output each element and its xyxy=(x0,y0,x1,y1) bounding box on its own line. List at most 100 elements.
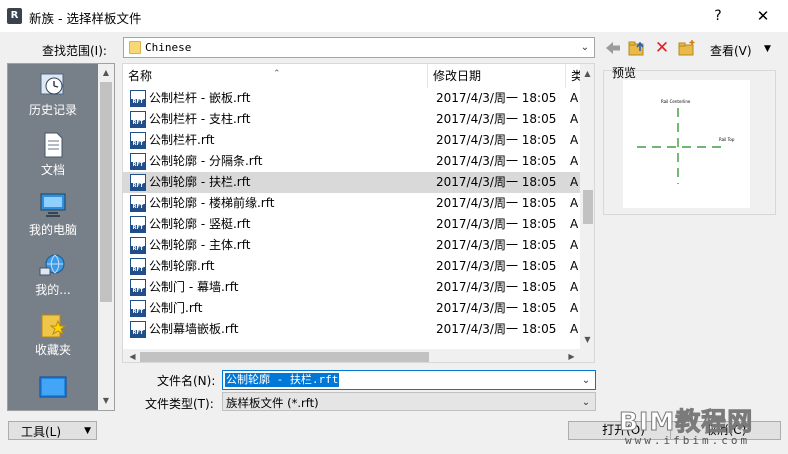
file-name-cell: 公制轮廓 - 竖梃.rft xyxy=(149,217,251,231)
file-type-select[interactable]: 族样板文件 (*.rft) ⌄ xyxy=(222,392,596,411)
file-row[interactable]: RFT 公制轮廓 - 扶栏.rft 2017/4/3/周一 18:05 A xyxy=(123,172,580,193)
place-label: 文档 xyxy=(40,163,65,177)
file-row[interactable]: RFT 公制幕墙嵌板.rft 2017/4/3/周一 18:05 A xyxy=(123,319,580,340)
file-list-vscrollbar[interactable]: ▲ ▼ xyxy=(580,64,594,349)
file-type-cell: A xyxy=(570,175,579,189)
scroll-left-icon[interactable]: ◀ xyxy=(125,349,140,362)
file-type-cell: A xyxy=(570,217,579,231)
file-name-cell: 公制轮廓 - 楼梯前缘.rft xyxy=(149,196,275,210)
hscroll-thumb[interactable] xyxy=(140,352,429,362)
file-name-input[interactable]: 公制轮廓 - 扶栏.rft ⌄ xyxy=(222,370,596,390)
rft-file-tag: RFT xyxy=(131,288,145,295)
file-row[interactable]: RFT 公制门 - 幕墙.rft 2017/4/3/周一 18:05 A xyxy=(123,277,580,298)
file-type-cell: A xyxy=(570,154,579,168)
help-button[interactable]: ? xyxy=(703,6,733,26)
watermark: BIM教程网 www.ifbim.com xyxy=(618,402,785,452)
column-header-name[interactable]: 名称 ⌃ xyxy=(123,64,428,88)
rft-file-icon: RFT xyxy=(130,153,146,170)
file-date-cell: 2017/4/3/周一 18:05 xyxy=(436,259,557,273)
delete-button[interactable]: ✕ xyxy=(653,39,671,57)
chevron-down-icon[interactable]: ⌄ xyxy=(578,40,592,55)
close-button[interactable]: ✕ xyxy=(748,6,778,26)
place-computer[interactable]: 我的电脑 xyxy=(8,192,98,238)
file-date-cell: 2017/4/3/周一 18:05 xyxy=(436,154,557,168)
views-menu[interactable]: 查看(V) xyxy=(710,42,752,59)
file-row[interactable]: RFT 公制栏杆 - 支柱.rft 2017/4/3/周一 18:05 A xyxy=(123,109,580,130)
computer-icon xyxy=(40,193,66,217)
look-in-combo[interactable]: Chinese ⌄ xyxy=(123,37,595,58)
place-desktop[interactable] xyxy=(8,374,98,403)
file-date-cell: 2017/4/3/周一 18:05 xyxy=(436,280,557,294)
scroll-up-icon[interactable]: ▲ xyxy=(580,66,594,81)
rft-file-icon: RFT xyxy=(130,132,146,149)
file-row[interactable]: RFT 公制轮廓 - 分隔条.rft 2017/4/3/周一 18:05 A xyxy=(123,151,580,172)
place-favorites[interactable]: 收藏夹 xyxy=(8,312,98,358)
rft-file-icon: RFT xyxy=(130,321,146,338)
rail-centerline-label: Rail Centerline xyxy=(661,99,691,104)
file-date-cell: 2017/4/3/周一 18:05 xyxy=(436,238,557,252)
back-button[interactable] xyxy=(604,39,622,57)
file-type-value: 族样板文件 (*.rft) xyxy=(226,396,319,410)
place-documents[interactable]: 文档 xyxy=(8,132,98,178)
file-row[interactable]: RFT 公制轮廓 - 主体.rft 2017/4/3/周一 18:05 A xyxy=(123,235,580,256)
desktop-icon xyxy=(39,376,67,398)
up-folder-button[interactable] xyxy=(628,39,646,57)
column-header-date[interactable]: 修改日期 xyxy=(428,64,566,88)
places-scroll-thumb[interactable] xyxy=(100,82,112,302)
rft-file-tag: RFT xyxy=(131,246,145,253)
rft-file-icon: RFT xyxy=(130,258,146,275)
file-date-cell: 2017/4/3/周一 18:05 xyxy=(436,91,557,105)
file-date-cell: 2017/4/3/周一 18:05 xyxy=(436,322,557,336)
place-network[interactable]: 我的... xyxy=(8,252,98,298)
file-row[interactable]: RFT 公制门.rft 2017/4/3/周一 18:05 A xyxy=(123,298,580,319)
places-list: 历史记录 文档 我的电脑 我的... 收藏夹 xyxy=(8,64,98,410)
file-rows: RFT 公制栏杆 - 嵌板.rft 2017/4/3/周一 18:05 A RFT 公制栏… xyxy=(123,88,580,350)
file-type-label: 文件类型(T): xyxy=(145,397,214,411)
file-row[interactable]: RFT 公制轮廓.rft 2017/4/3/周一 18:05 A xyxy=(123,256,580,277)
file-row[interactable]: RFT 公制栏杆.rft 2017/4/3/周一 18:05 A xyxy=(123,130,580,151)
place-label: 我的... xyxy=(35,283,71,297)
file-type-cell: A xyxy=(570,259,579,273)
file-name-cell: 公制栏杆 - 嵌板.rft xyxy=(149,91,251,105)
network-icon xyxy=(39,254,65,276)
file-name-cell: 公制栏杆 - 支柱.rft xyxy=(149,112,251,126)
rail-top-label: Rail Top xyxy=(719,137,735,142)
new-folder-button[interactable] xyxy=(678,39,696,57)
scroll-up-icon[interactable]: ▲ xyxy=(98,65,114,81)
scroll-down-icon[interactable]: ▼ xyxy=(98,393,114,409)
preview-image: Rail Centerline Rail Top xyxy=(623,80,750,208)
file-name-cell: 公制栏杆.rft xyxy=(149,133,215,147)
file-list-hscrollbar[interactable]: ◀ ▶ xyxy=(123,349,580,362)
rft-file-tag: RFT xyxy=(131,225,145,232)
file-name-cell: 公制门.rft xyxy=(149,301,203,315)
scroll-down-icon[interactable]: ▼ xyxy=(580,332,594,347)
vscroll-thumb[interactable] xyxy=(583,190,593,224)
file-date-cell: 2017/4/3/周一 18:05 xyxy=(436,217,557,231)
file-row[interactable]: RFT 公制轮廓 - 楼梯前缘.rft 2017/4/3/周一 18:05 A xyxy=(123,193,580,214)
file-row[interactable]: RFT 公制轮廓 - 竖梃.rft 2017/4/3/周一 18:05 A xyxy=(123,214,580,235)
rail-profile-preview: Rail Centerline Rail Top xyxy=(637,99,735,184)
file-name-label: 文件名(N): xyxy=(157,374,216,388)
rft-file-icon: RFT xyxy=(130,174,146,191)
rft-file-tag: RFT xyxy=(131,120,145,127)
scroll-right-icon[interactable]: ▶ xyxy=(564,349,579,362)
file-date-cell: 2017/4/3/周一 18:05 xyxy=(436,301,557,315)
rft-file-tag: RFT xyxy=(131,141,145,148)
chevron-down-icon[interactable]: ⌄ xyxy=(579,395,593,410)
views-dropdown-icon[interactable]: ▼ xyxy=(764,44,771,54)
rft-file-icon: RFT xyxy=(130,90,146,107)
documents-icon xyxy=(44,132,63,158)
file-type-cell: A xyxy=(570,196,579,210)
tools-button[interactable]: 工具(L) ▼ xyxy=(8,421,97,440)
back-arrow-icon xyxy=(606,42,620,54)
file-type-cell: A xyxy=(570,322,579,336)
place-label: 历史记录 xyxy=(28,103,77,117)
chevron-down-icon[interactable]: ⌄ xyxy=(579,373,593,388)
file-row[interactable]: RFT 公制栏杆 - 嵌板.rft 2017/4/3/周一 18:05 A xyxy=(123,88,580,109)
rft-file-icon: RFT xyxy=(130,300,146,317)
places-scrollbar[interactable]: ▲ ▼ xyxy=(98,64,114,410)
rft-file-tag: RFT xyxy=(131,267,145,274)
place-history[interactable]: 历史记录 xyxy=(8,72,98,118)
file-type-cell: A xyxy=(570,238,579,252)
place-label: 收藏夹 xyxy=(34,343,71,357)
